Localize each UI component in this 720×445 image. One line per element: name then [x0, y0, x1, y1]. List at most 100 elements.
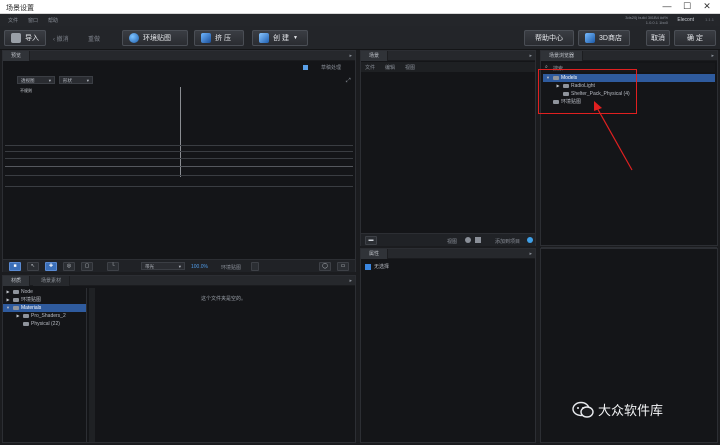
panel-menu-icon[interactable]: ▸: [529, 251, 532, 257]
cancel-button[interactable]: 取消: [646, 30, 670, 46]
viewport-axis-line: [180, 87, 181, 177]
import-button[interactable]: 导入: [4, 30, 46, 46]
ok-button[interactable]: 确 定: [674, 30, 716, 46]
redo-button[interactable]: 重做: [88, 34, 100, 43]
close-button[interactable]: ✕: [700, 1, 714, 12]
viewport[interactable]: [5, 87, 353, 257]
chevron-down-icon: ▾: [178, 264, 181, 269]
caret-expanded-icon[interactable]: ▼: [5, 304, 11, 312]
camera-icon[interactable]: ■: [9, 262, 21, 271]
grid-icon[interactable]: [475, 237, 481, 243]
scene-viewer-icon: [303, 65, 308, 70]
folder-icon: [13, 305, 19, 310]
panel-menu-icon[interactable]: ▸: [711, 53, 714, 59]
chevron-down-icon: ▼: [292, 35, 298, 41]
tab-scene-assets[interactable]: 场景素材: [33, 276, 71, 286]
properties-item-label: 无选择: [374, 264, 390, 270]
scene-viewer-label[interactable]: 草稿处理: [321, 64, 341, 71]
scene-panel: 场景 ▸ 文件 编辑 视图 ▬ 视图 添加到项目: [360, 50, 536, 246]
empty-folder-text: 这个文件夹是空的。: [201, 296, 247, 302]
assets-tree-item[interactable]: Physical (22): [3, 320, 86, 328]
main-toolbar: 导入 ‹ 撤消 重做 环境贴图 挤 压 创 建 ▼ 帮助中心 3D商店 取消 确…: [0, 26, 720, 50]
splitter[interactable]: [89, 288, 95, 442]
caret-collapsed-icon[interactable]: ▶: [5, 296, 11, 304]
build-info-line-2: 1.0.0.1 1bo0: [645, 20, 668, 25]
help-center-label: 帮助中心: [535, 35, 563, 42]
help-center-button[interactable]: 帮助中心: [524, 30, 574, 46]
env-map-checkbox[interactable]: [251, 262, 259, 271]
scene-bottom-toolbar: ▬ 视图 添加到项目: [361, 233, 535, 246]
assets-header: 材质 场景素材 ▸: [3, 276, 355, 286]
assets-tree-item-label: Physical (22): [31, 321, 60, 327]
view-dropdown-value: 透视图: [21, 78, 35, 83]
menu-file[interactable]: 文件: [8, 17, 18, 24]
cancel-label: 取消: [651, 35, 665, 42]
minimize-button[interactable]: —: [660, 1, 674, 11]
properties-panel: 属性 ▸ 无选择: [360, 248, 536, 443]
globe-icon: [129, 33, 139, 43]
assets-tree-item[interactable]: ▼ Materials: [3, 304, 86, 312]
render-icon[interactable]: ◯: [319, 262, 331, 271]
zoom-level[interactable]: 100.0%: [191, 264, 208, 270]
shape-dropdown[interactable]: 形状 ▾: [59, 76, 93, 84]
selection-icon: [365, 263, 371, 270]
folder-icon: [23, 321, 29, 326]
assets-tree-item[interactable]: ▶ Node: [3, 288, 86, 296]
rotate-icon[interactable]: ◎: [63, 262, 75, 271]
watermark: 大众软件库: [572, 400, 663, 419]
folder-icon: [13, 297, 19, 302]
assets-panel: 材质 场景素材 ▸ ▶ Node ▶ 环境贴图 ▼ Materials ▶ Pro_Shade…: [2, 275, 356, 443]
preview-panel: 预览 ▸ 草稿处理 透视图 ▾ 形状 ▾ 不规则 ⤢ ■ ↖ ✚ ◎ ▢ └ 带…: [2, 50, 356, 272]
tab-properties[interactable]: 属性: [361, 249, 389, 259]
scene-header: 场景 ▸: [361, 51, 535, 61]
scale-icon[interactable]: ▢: [81, 262, 93, 271]
undo-button[interactable]: ‹ 撤消: [53, 34, 69, 43]
gear-icon[interactable]: [465, 237, 471, 243]
assets-tree-item[interactable]: ▶ 环境贴图: [3, 296, 86, 304]
env-map-toggle-label[interactable]: 环境贴图: [221, 264, 241, 271]
caret-collapsed-icon[interactable]: ▶: [5, 288, 11, 296]
assets-tree-item[interactable]: ▶ Pro_Shaders_2: [3, 312, 86, 320]
panel-menu-icon[interactable]: ▸: [529, 53, 532, 59]
scene-menu-edit[interactable]: 编辑: [385, 64, 395, 71]
add-icon[interactable]: [527, 237, 533, 243]
extrude-button[interactable]: 挤 压: [194, 30, 244, 46]
view-dropdown[interactable]: 透视图 ▾: [17, 76, 55, 84]
menu-help[interactable]: 帮助: [48, 17, 58, 24]
cube-icon: [259, 33, 269, 43]
tab-preview[interactable]: 预览: [3, 51, 31, 61]
version-label: 1.1.1: [705, 17, 714, 22]
tab-materials[interactable]: 材质: [3, 276, 31, 286]
select-icon[interactable]: ↖: [27, 262, 39, 271]
create-label: 创 建: [273, 35, 289, 42]
caret-collapsed-icon[interactable]: ▶: [15, 312, 21, 320]
fullscreen-icon[interactable]: ▭: [337, 262, 349, 271]
store-button[interactable]: 3D商店: [578, 30, 630, 46]
panel-menu-icon[interactable]: ▸: [349, 53, 352, 59]
axis-icon[interactable]: └: [107, 262, 119, 271]
folder-icon[interactable]: ▬: [365, 236, 377, 245]
grid-line: [5, 186, 353, 187]
scene-menu-file[interactable]: 文件: [365, 64, 375, 71]
assets-tree: ▶ Node ▶ 环境贴图 ▼ Materials ▶ Pro_Shaders_2 Physic…: [3, 288, 87, 442]
expand-icon[interactable]: ⤢: [346, 78, 351, 85]
scene-menu-view[interactable]: 视图: [405, 64, 415, 71]
menu-window[interactable]: 窗口: [28, 17, 38, 24]
tab-scene[interactable]: 场景: [361, 51, 389, 61]
add-to-project-label[interactable]: 添加到项目: [495, 238, 520, 245]
import-icon: [11, 33, 21, 43]
display-mode-dropdown[interactable]: 带光 ▾: [141, 262, 185, 270]
create-button[interactable]: 创 建 ▼: [252, 30, 308, 46]
user-label[interactable]: Elecont: [677, 17, 694, 23]
wechat-icon: [572, 401, 594, 418]
extrude-label: 挤 压: [215, 35, 231, 42]
scene-view-label[interactable]: 视图: [447, 238, 457, 245]
folder-icon: [13, 289, 19, 294]
panel-menu-icon[interactable]: ▸: [349, 278, 352, 284]
maximize-button[interactable]: ☐: [680, 1, 694, 12]
tab-scene-browser[interactable]: 场景浏览器: [541, 51, 584, 61]
env-map-button[interactable]: 环境贴图: [122, 30, 188, 46]
watermark-text: 大众软件库: [598, 403, 664, 418]
move-icon[interactable]: ✚: [45, 262, 57, 271]
properties-header: 属性 ▸: [361, 249, 535, 259]
